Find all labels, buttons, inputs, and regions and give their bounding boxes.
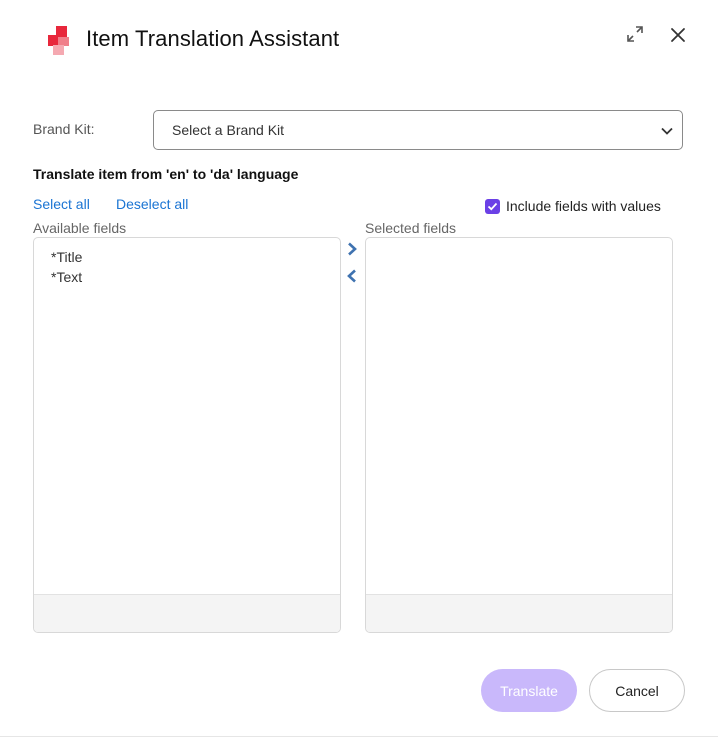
cancel-button[interactable]: Cancel bbox=[589, 669, 685, 712]
brand-kit-select[interactable]: Select a Brand Kit bbox=[153, 110, 683, 150]
available-fields-list[interactable]: *Title *Text bbox=[33, 237, 341, 633]
close-icon[interactable] bbox=[667, 24, 689, 46]
brand-kit-selected-value: Select a Brand Kit bbox=[172, 122, 285, 138]
brand-kit-label: Brand Kit: bbox=[33, 121, 95, 137]
deselect-all-link[interactable]: Deselect all bbox=[116, 196, 188, 212]
include-fields-label: Include fields with values bbox=[506, 198, 661, 214]
include-fields-checkbox[interactable] bbox=[485, 198, 500, 214]
selected-fields-label: Selected fields bbox=[365, 220, 457, 236]
chevron-right-icon[interactable] bbox=[345, 241, 359, 257]
translate-button[interactable]: Translate bbox=[481, 669, 577, 712]
maximize-icon[interactable] bbox=[625, 24, 645, 44]
chevron-down-icon bbox=[661, 127, 673, 135]
list-item[interactable]: *Title bbox=[51, 249, 82, 265]
available-fields-label: Available fields bbox=[33, 220, 127, 236]
selected-list-footer bbox=[366, 594, 672, 632]
list-item[interactable]: *Text bbox=[51, 269, 82, 285]
brand-logo-icon bbox=[48, 26, 69, 55]
translate-heading: Translate item from 'en' to 'da' languag… bbox=[33, 166, 299, 182]
dialog-title: Item Translation Assistant bbox=[86, 26, 340, 51]
available-list-footer bbox=[34, 594, 340, 632]
select-all-link[interactable]: Select all bbox=[33, 196, 90, 212]
chevron-left-icon[interactable] bbox=[345, 268, 359, 284]
checkmark-icon bbox=[487, 202, 498, 210]
selected-fields-list[interactable] bbox=[365, 237, 673, 633]
include-fields-toggle[interactable]: Include fields with values bbox=[485, 198, 661, 214]
translation-dialog: Item Translation Assistant Brand Kit: Se… bbox=[0, 0, 718, 737]
